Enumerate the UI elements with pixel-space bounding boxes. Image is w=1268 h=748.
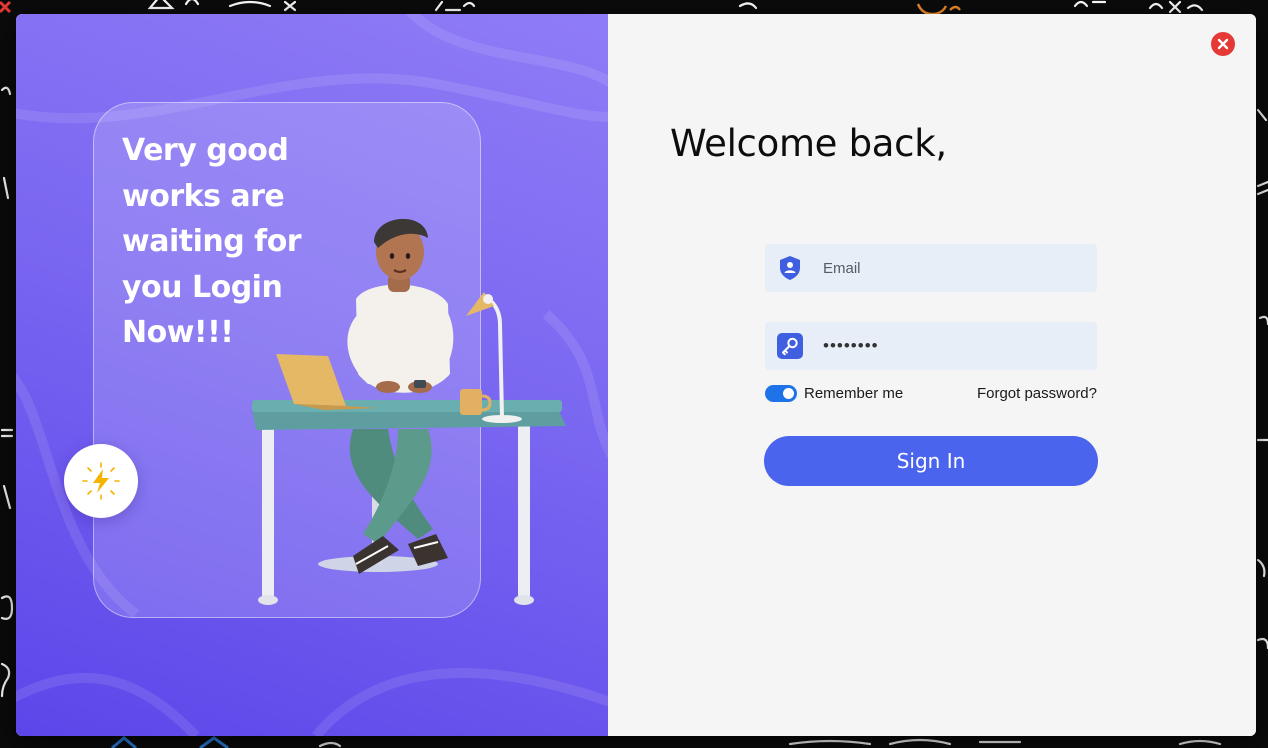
lightning-badge [64, 444, 138, 518]
lightning-bolt-icon [82, 462, 120, 500]
remember-row: Remember me Forgot password? [765, 383, 1097, 407]
promo-panel: Very good works are waiting for you Logi… [16, 14, 608, 736]
forgot-password-link[interactable]: Forgot password? [977, 385, 1097, 402]
remember-me-toggle[interactable] [765, 385, 797, 402]
user-shield-icon [780, 256, 800, 280]
toggle-knob [783, 388, 794, 399]
close-button[interactable] [1211, 32, 1235, 56]
email-field [765, 244, 1097, 292]
key-icon [777, 333, 803, 359]
login-modal: Very good works are waiting for you Logi… [16, 14, 1256, 736]
close-icon [1217, 38, 1229, 50]
login-panel: Welcome back, Remember me Forgot passwor… [608, 14, 1256, 736]
email-input[interactable] [823, 244, 1083, 292]
sign-in-button[interactable]: Sign In [764, 436, 1098, 486]
welcome-title: Welcome back, [670, 122, 947, 165]
password-input[interactable] [823, 322, 1083, 370]
person-at-desk-illustration [252, 218, 566, 605]
password-field [765, 322, 1097, 370]
remember-me-label: Remember me [804, 385, 904, 402]
